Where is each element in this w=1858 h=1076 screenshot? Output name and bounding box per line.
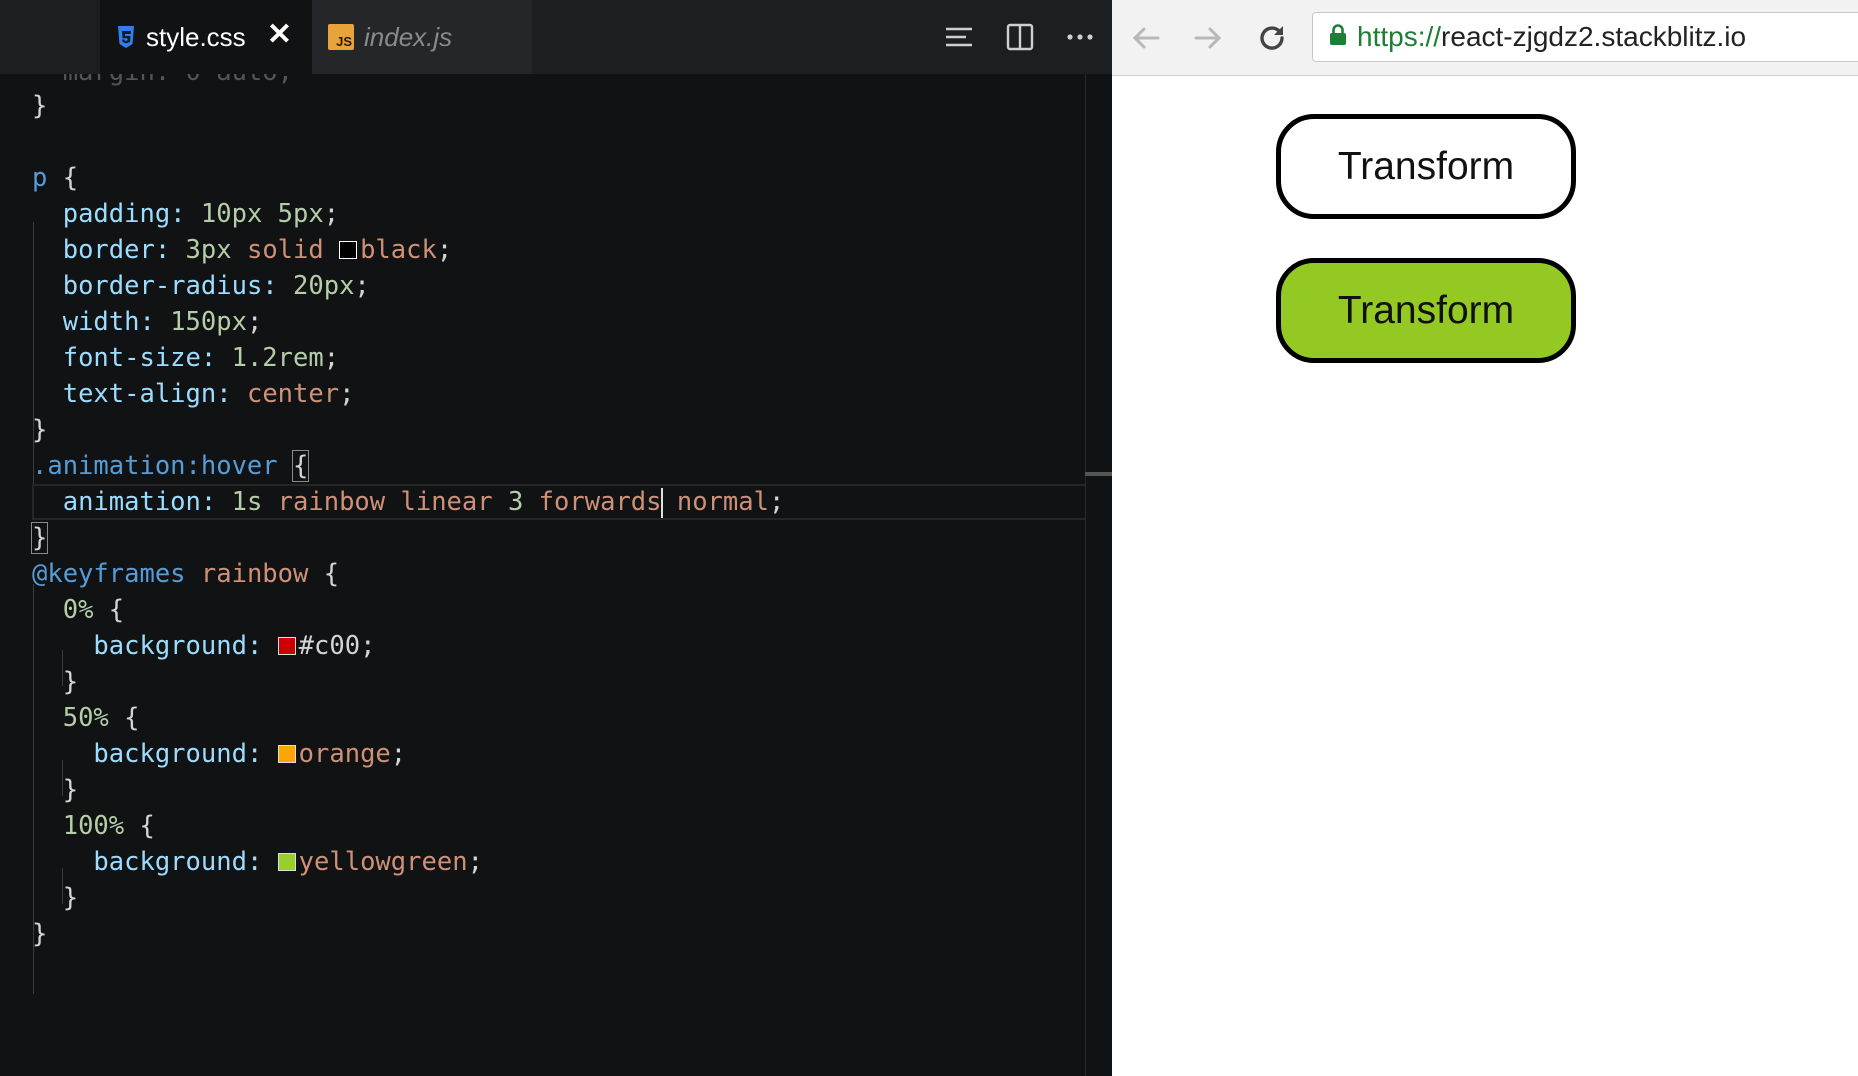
code-line: .animation:hover { [32,450,310,482]
code-line: background: yellowgreen; [93,847,483,877]
code-line: 50% { [62,703,140,733]
color-swatch[interactable] [339,241,358,259]
tab-index-js[interactable]: JS index.js [312,0,532,74]
code-line: } [32,91,48,121]
code-line: background: orange; [93,739,407,769]
code-line: } [62,667,79,697]
code-line: } [32,415,48,445]
code-line: border-radius: 20px; [62,271,370,301]
back-arrow-icon[interactable] [1126,18,1166,58]
preview-browser: https://react-zjgdz2.stackblitz.io Trans… [1112,0,1858,1076]
close-tab-button[interactable]: ✕ [267,20,292,50]
format-lines-icon[interactable] [944,26,974,48]
js-badge: JS [328,24,354,50]
color-swatch[interactable] [277,853,296,871]
reload-icon[interactable] [1252,18,1292,58]
forward-arrow-icon[interactable] [1188,18,1228,58]
code-editor: style.css ✕ JS index.js} p {padding: 1… [0,0,1112,1076]
code-line: width: 150px; [62,307,263,337]
code-line: 100% { [62,811,155,841]
code-line: 0% { [62,595,125,625]
browser-toolbar: https://react-zjgdz2.stackblitz.io [1112,0,1858,76]
editor-tab-bar: style.css ✕ JS index.js [0,0,1112,74]
code-line: background: #c00; [93,631,376,661]
tab-label: index.js [364,21,453,52]
code-line: padding: 10px 5px; [62,199,340,229]
color-swatch[interactable] [277,745,296,763]
more-actions-icon[interactable] [1066,33,1094,41]
code-line: } [62,775,79,805]
code-line-current: animation: 1s rainbow linear 3 forwards … [62,487,785,518]
tab-overflow-stub [0,0,100,74]
editor-actions [944,0,1112,74]
code-line: } [30,522,49,554]
code-line: p { [32,163,79,193]
code-line: @keyframes rainbow { [32,559,340,589]
code-area[interactable]: margin: 0 auto; } p { padding: 10px 5px;… [0,74,1085,1076]
code-line: font-size: 1.2rem; [62,343,340,373]
code-line: margin: 0 auto; [32,74,293,90]
transform-paragraph[interactable]: Transform [1276,114,1576,219]
tab-style-css[interactable]: style.css ✕ [100,0,312,74]
url-text: https://react-zjgdz2.stackblitz.io [1357,21,1747,52]
js-file-icon: JS [328,24,354,50]
scrollbar-marker[interactable] [1085,472,1112,476]
color-swatch[interactable] [277,637,296,655]
code-line: } [32,919,48,949]
code-line: } [62,883,79,913]
tab-label: style.css [146,21,246,52]
minimap-divider [1085,74,1086,1076]
css-file-icon [116,25,136,49]
split-editor-icon[interactable] [1006,23,1034,51]
lock-icon [1329,23,1347,51]
code-line: border: 3px solid black; [62,235,453,265]
address-bar[interactable]: https://react-zjgdz2.stackblitz.io [1312,12,1858,62]
transform-paragraph-animated[interactable]: Transform [1276,258,1576,363]
code-line: text-align: center; [62,379,355,409]
